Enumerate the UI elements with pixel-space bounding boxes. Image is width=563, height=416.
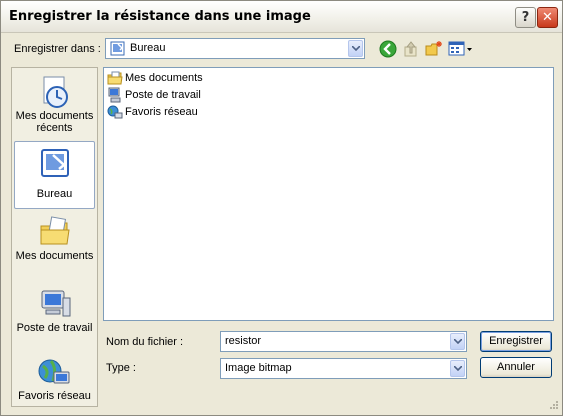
documents-folder-icon xyxy=(107,71,123,85)
window-title: Enregistrer la résistance dans une image xyxy=(9,9,311,24)
close-icon: ✕ xyxy=(542,10,553,25)
cancel-button[interactable]: Annuler xyxy=(480,357,552,378)
save-in-value: Bureau xyxy=(130,42,166,54)
place-my-computer-label: Poste de travail xyxy=(16,322,93,334)
filename-label: Nom du fichier : xyxy=(106,336,184,348)
view-menu-button[interactable] xyxy=(447,39,475,59)
filename-input[interactable]: resistor xyxy=(220,331,467,352)
place-my-computer[interactable]: Poste de travail xyxy=(14,286,95,340)
place-desktop[interactable]: Bureau xyxy=(14,141,95,209)
recent-documents-icon xyxy=(43,76,68,108)
save-dialog: Enregistrer la résistance dans une image… xyxy=(0,0,563,416)
new-folder-icon[interactable] xyxy=(424,39,444,59)
my-documents-icon xyxy=(40,216,70,245)
resize-grip-icon[interactable] xyxy=(547,400,559,412)
filename-value: resistor xyxy=(225,335,262,347)
places-bar: Mes documents récents Bureau Mes documen… xyxy=(11,67,98,407)
file-list[interactable]: Mes documents Poste de travail Favoris r… xyxy=(103,67,554,321)
place-my-documents[interactable]: Mes documents xyxy=(14,214,95,268)
chevron-down-icon[interactable] xyxy=(450,333,465,350)
network-icon xyxy=(107,105,123,119)
save-in-combobox[interactable]: Bureau xyxy=(105,38,365,59)
save-button[interactable]: Enregistrer xyxy=(480,331,552,352)
place-recent-label: Mes documents récents xyxy=(15,110,94,134)
close-button[interactable]: ✕ xyxy=(537,7,558,28)
view-menu-icon xyxy=(448,41,472,56)
chevron-down-icon[interactable] xyxy=(348,40,363,57)
chevron-down-icon[interactable] xyxy=(450,360,465,377)
place-recent[interactable]: Mes documents récents xyxy=(14,74,95,140)
my-computer-icon xyxy=(41,290,70,317)
desktop-icon xyxy=(40,149,69,177)
save-in-label: Enregistrer dans : xyxy=(14,43,101,55)
up-folder-icon[interactable] xyxy=(401,39,421,59)
place-network-label: Favoris réseau xyxy=(18,390,91,402)
computer-icon xyxy=(108,87,121,103)
place-network[interactable]: Favoris réseau xyxy=(14,354,95,408)
filetype-label: Type : xyxy=(106,362,136,374)
back-icon[interactable] xyxy=(378,39,398,59)
filetype-select[interactable]: Image bitmap xyxy=(220,358,467,379)
list-item[interactable]: Poste de travail xyxy=(107,87,201,103)
file-name: Favoris réseau xyxy=(125,106,198,118)
list-item[interactable]: Favoris réseau xyxy=(107,104,198,120)
title-bar[interactable]: Enregistrer la résistance dans une image… xyxy=(1,1,562,33)
file-name: Mes documents xyxy=(125,72,203,84)
filetype-value: Image bitmap xyxy=(225,362,292,374)
desktop-icon xyxy=(110,41,125,56)
place-my-documents-label: Mes documents xyxy=(15,250,94,262)
place-desktop-label: Bureau xyxy=(36,188,73,200)
help-button[interactable]: ? xyxy=(515,7,536,28)
network-places-icon xyxy=(38,359,69,384)
list-item[interactable]: Mes documents xyxy=(107,70,203,86)
help-icon: ? xyxy=(521,10,530,25)
file-name: Poste de travail xyxy=(125,89,201,101)
